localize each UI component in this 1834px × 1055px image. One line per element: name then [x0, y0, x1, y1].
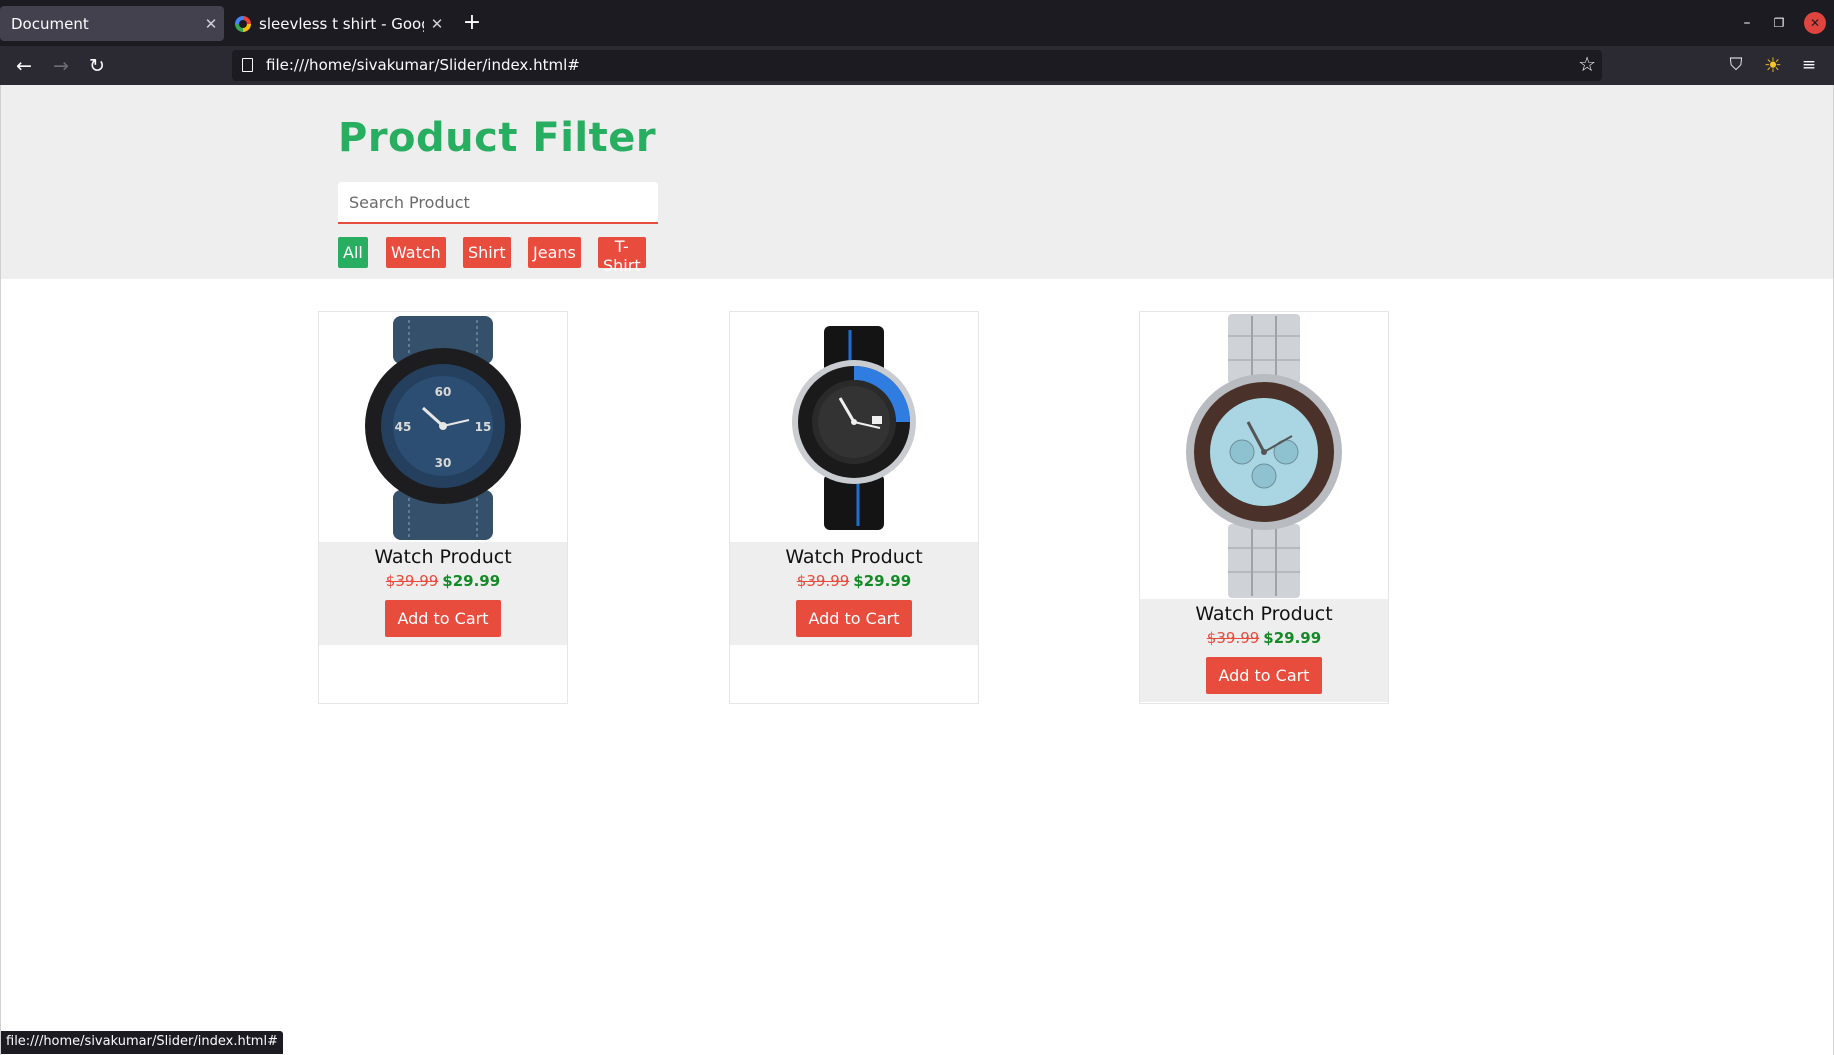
bookmark-star-icon[interactable]: ☆: [1578, 52, 1596, 76]
svg-text:60: 60: [435, 385, 452, 399]
window-close-icon[interactable]: ✕: [1804, 12, 1826, 34]
theme-sun-icon[interactable]: ☀: [1761, 53, 1785, 77]
nav-bar: ← → ↻ file:///home/sivakumar/Slider/inde…: [0, 46, 1834, 85]
new-price: $29.99: [442, 572, 501, 590]
tab-bar: Document ✕ sleevless t shirt - Google ✕ …: [0, 0, 1834, 46]
watch-diver-icon: [792, 326, 916, 530]
close-icon[interactable]: ✕: [424, 15, 450, 33]
product-info: Watch Product $39.99 $29.99 Add to Cart: [730, 542, 978, 645]
watch-black-blue-icon: 60 30 45 15: [365, 316, 521, 540]
add-to-cart-button[interactable]: Add to Cart: [796, 600, 912, 637]
page-icon: [242, 58, 253, 72]
status-bar-link-preview: file:///home/sivakumar/Slider/index.html…: [1, 1031, 283, 1054]
search-input[interactable]: [338, 182, 658, 224]
watch-chronograph-icon: [1186, 314, 1342, 598]
tab-google-search[interactable]: sleevless t shirt - Google ✕: [229, 6, 450, 41]
product-card: Watch Product $39.99 $29.99 Add to Cart: [729, 311, 979, 704]
old-price: $39.99: [1206, 629, 1260, 647]
product-image: [730, 312, 978, 542]
new-price: $29.99: [853, 572, 912, 590]
reload-icon[interactable]: ↻: [84, 53, 110, 79]
url-text[interactable]: file:///home/sivakumar/Slider/index.html…: [266, 56, 580, 74]
product-card: Watch Product $39.99 $29.99 Add to Cart: [1139, 311, 1389, 704]
tab-title: sleevless t shirt - Google: [259, 14, 424, 33]
tab-title: Document: [11, 14, 89, 33]
new-tab-button[interactable]: +: [460, 9, 484, 37]
price-row: $39.99 $29.99: [319, 572, 567, 590]
tab-document[interactable]: Document ✕: [0, 6, 224, 41]
page-viewport: Product Filter All Watch Shirt Jeans T-S…: [0, 85, 1834, 1055]
product-name: Watch Product: [785, 546, 923, 568]
pocket-icon[interactable]: ⛉: [1724, 53, 1748, 77]
filter-tshirt-button[interactable]: T-Shirt: [598, 237, 646, 275]
filter-watch-button[interactable]: Watch: [386, 237, 446, 268]
product-name: Watch Product: [1195, 603, 1333, 625]
filter-jeans-button[interactable]: Jeans: [528, 237, 581, 268]
google-favicon-icon: [235, 15, 251, 32]
price-row: $39.99 $29.99: [1140, 629, 1388, 647]
add-to-cart-button[interactable]: Add to Cart: [1206, 657, 1322, 694]
address-bar[interactable]: file:///home/sivakumar/Slider/index.html…: [232, 50, 1602, 81]
new-price: $29.99: [1263, 629, 1322, 647]
product-image: [1140, 312, 1388, 599]
menu-icon[interactable]: ≡: [1797, 53, 1821, 77]
back-arrow-icon[interactable]: ←: [11, 53, 37, 79]
old-price: $39.99: [385, 572, 439, 590]
page-title: Product Filter: [338, 115, 657, 161]
add-to-cart-button[interactable]: Add to Cart: [385, 600, 501, 637]
restore-icon[interactable]: ❐: [1768, 12, 1790, 34]
filter-header: Product Filter All Watch Shirt Jeans T-S…: [1, 85, 1833, 279]
svg-text:15: 15: [475, 420, 492, 434]
close-icon[interactable]: ✕: [198, 15, 224, 33]
product-info: Watch Product $39.99 $29.99 Add to Cart: [319, 542, 567, 645]
old-price: $39.99: [796, 572, 850, 590]
product-card: 60 30 45 15 Watch Product $39.99 $29.99 A…: [318, 311, 568, 704]
price-row: $39.99 $29.99: [730, 572, 978, 590]
forward-arrow-icon[interactable]: →: [48, 53, 74, 79]
product-info: Watch Product $39.99 $29.99 Add to Cart: [1140, 599, 1388, 702]
filter-all-button[interactable]: All: [338, 237, 368, 268]
filter-shirt-button[interactable]: Shirt: [463, 237, 511, 268]
product-image: 60 30 45 15: [319, 312, 567, 542]
svg-text:30: 30: [435, 456, 452, 470]
minimize-icon[interactable]: –: [1736, 12, 1758, 34]
product-name: Watch Product: [374, 546, 512, 568]
svg-text:45: 45: [395, 420, 412, 434]
